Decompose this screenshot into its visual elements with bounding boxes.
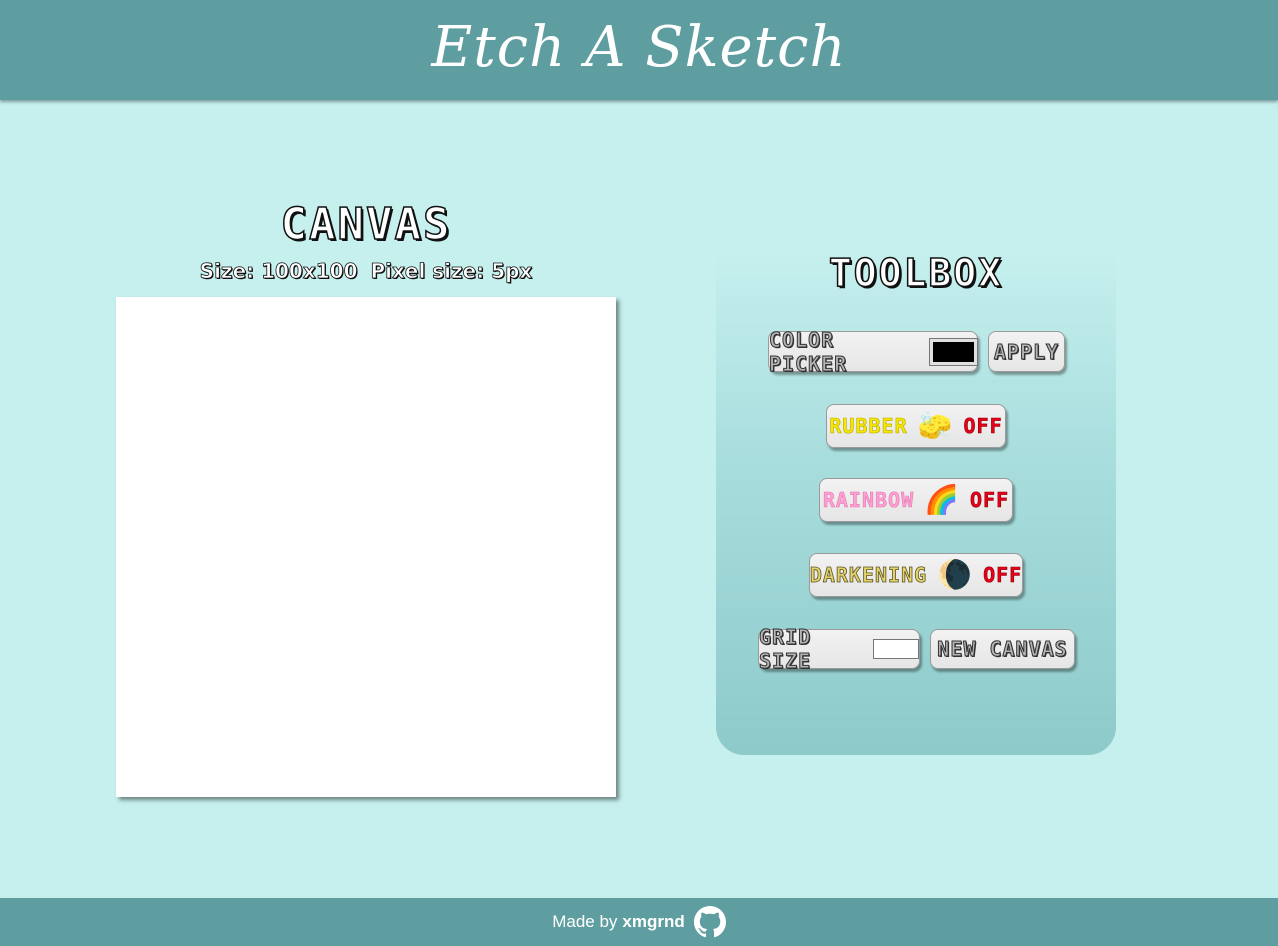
author-link[interactable]: xmgrnd (622, 912, 684, 932)
canvas-section: CANVAS Size: 100x100 Pixel size: 5px (116, 198, 616, 284)
app-title: Etch A Sketch (431, 15, 847, 80)
grid-size-label: GRID SIZE (759, 625, 812, 674)
rainbow-toggle-button[interactable]: RAINBOW 🌈 OFF (819, 478, 1013, 522)
color-picker-swatch[interactable] (928, 337, 979, 366)
new-canvas-button[interactable]: NEW CANVAS (930, 629, 1075, 669)
new-canvas-label: NEW CANVAS (937, 637, 1068, 662)
rubber-state: OFF (963, 414, 1003, 439)
footer: Made by xmgrnd (0, 898, 1278, 946)
apply-button[interactable]: APPLY (988, 331, 1065, 372)
pixel-size-text: Pixel size: 5px (370, 259, 533, 284)
drawing-canvas[interactable] (116, 297, 616, 797)
canvas-size-text: Size: 100x100 (199, 259, 358, 284)
darkening-label: DARKENING (809, 563, 928, 588)
grid-size-input[interactable] (873, 639, 919, 659)
rubber-label: RUBBER (829, 414, 908, 439)
rainbow-icon: 🌈 (924, 483, 961, 516)
moon-icon: 🌘 (937, 558, 974, 591)
color-picker-control[interactable]: COLOR PICKER (768, 327, 979, 376)
canvas-title: CANVAS (280, 198, 452, 251)
app-header: Etch A Sketch (0, 0, 1278, 100)
grid-size-control: GRID SIZE (758, 625, 920, 674)
apply-button-label: APPLY (993, 339, 1060, 364)
rubber-toggle-button[interactable]: RUBBER 🧽 OFF (826, 404, 1006, 448)
github-icon[interactable] (693, 906, 726, 938)
darkening-toggle-button[interactable]: DARKENING 🌘 OFF (809, 553, 1023, 597)
darkening-state: OFF (983, 563, 1023, 588)
canvas-info: Size: 100x100 Pixel size: 5px (116, 258, 616, 284)
toolbox-title: TOOLBOX (828, 250, 1004, 296)
color-picker-label: COLOR PICKER (769, 327, 848, 376)
rainbow-state: OFF (970, 488, 1010, 513)
rainbow-label: RAINBOW (822, 488, 915, 513)
made-by-text: Made by (552, 912, 618, 931)
sponge-icon: 🧽 (917, 409, 954, 442)
